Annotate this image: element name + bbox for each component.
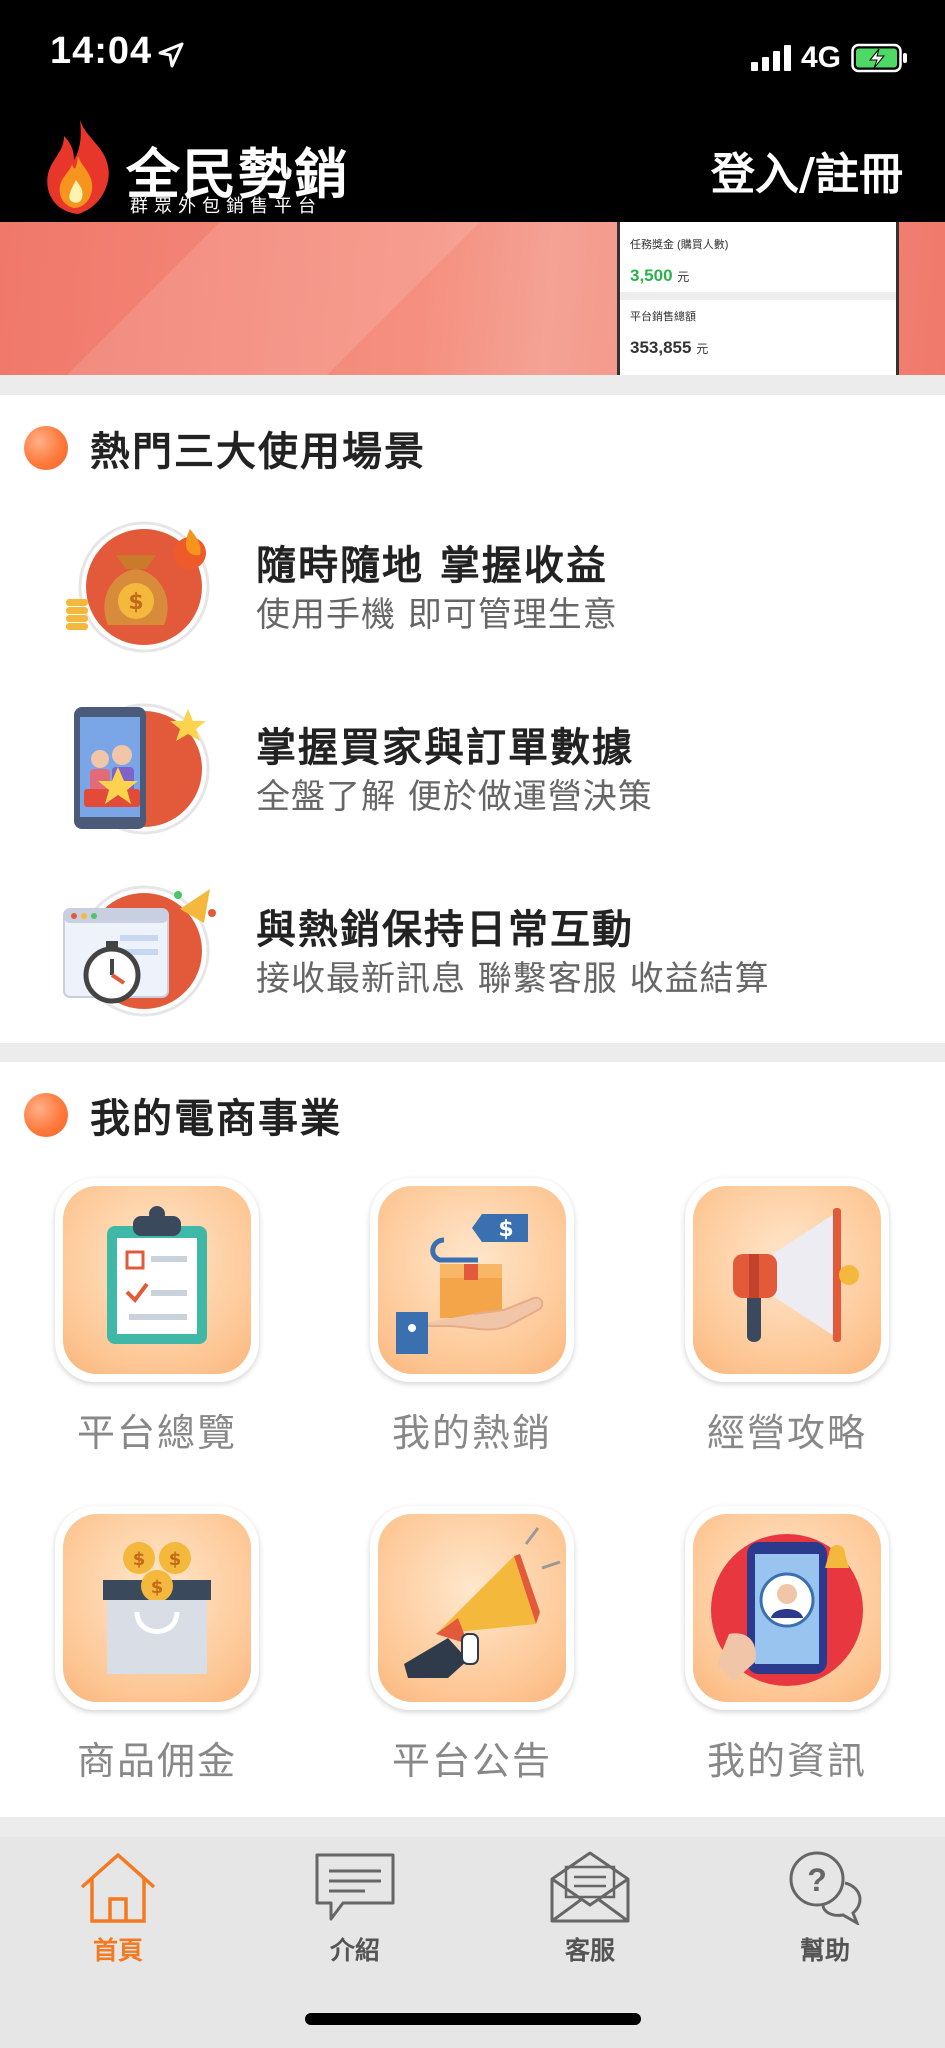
- section-dot-icon: [24, 426, 68, 470]
- svg-text:$: $: [128, 590, 143, 615]
- scene-description: 使用手機 即可管理生意: [256, 595, 618, 635]
- section-title: 熱門三大使用場景: [90, 429, 426, 475]
- svg-text:$: $: [169, 1549, 182, 1570]
- tile-platform-announcement[interactable]: 平台公告: [367, 1506, 577, 1785]
- tile-business-guide[interactable]: 經營攻略: [682, 1178, 892, 1457]
- scene-title: 與熱銷保持日常互動: [256, 907, 634, 953]
- svg-text:$: $: [133, 1549, 146, 1570]
- tile-platform-overview[interactable]: 平台總覽: [52, 1178, 262, 1457]
- tile-my-info[interactable]: 我的資訊: [682, 1506, 892, 1785]
- hand-package-icon: $: [396, 1214, 544, 1354]
- my-business-section: 我的電商事業 平台總覽 $ 我的熱銷 經營攻略 $ $ $ 商品佣金 平台公告 …: [0, 1062, 945, 1817]
- platform-sales-value: 353,855 元: [630, 338, 709, 357]
- flame-logo-icon: [47, 120, 109, 214]
- scene-item: $ 隨時隨地 掌握收益 使用手機 即可管理生意: [60, 515, 920, 655]
- tile-label: 商品佣金: [76, 1739, 237, 1783]
- tile-label: 我的熱銷: [391, 1411, 552, 1455]
- home-icon: [80, 1853, 156, 1923]
- tab-home[interactable]: 首頁: [58, 1849, 178, 1967]
- scene-item: 掌握買家與訂單數據 全盤了解 便於做運營決策: [60, 697, 920, 837]
- coin-bag-icon: $ $ $: [103, 1542, 211, 1674]
- scene-description: 全盤了解 便於做運營決策: [256, 777, 653, 817]
- profile-phone-icon: [711, 1534, 863, 1686]
- brand-subtitle: 群眾外包銷售平台: [130, 196, 322, 217]
- help-icon: ?: [789, 1851, 862, 1927]
- task-bonus-label: 任務獎金 (購買人數): [630, 239, 729, 251]
- status-time: 14:04: [50, 30, 153, 72]
- svg-text:$: $: [498, 1217, 513, 1242]
- tab-help[interactable]: ? 幫助: [765, 1849, 885, 1967]
- tile-label: 平台公告: [391, 1739, 552, 1783]
- status-bar: 14:04 4G: [0, 0, 945, 112]
- banner-stats-card: 任務獎金 (購買人數) 3,500 元 平台銷售總額 353,855 元: [617, 222, 899, 375]
- clipboard-icon: [107, 1206, 207, 1344]
- tile-my-hot-sales[interactable]: $ 我的熱銷: [367, 1178, 577, 1457]
- location-arrow-icon: [158, 42, 184, 68]
- task-bonus-value: 3,500 元: [630, 266, 690, 285]
- section-header: 熱門三大使用場景: [24, 419, 426, 477]
- phone-users-icon: [74, 703, 210, 835]
- app-header: 全民勢銷 群眾外包銷售平台 登入/註冊: [0, 112, 945, 222]
- tab-label: 幫助: [799, 1936, 850, 1965]
- login-register-link[interactable]: 登入/註冊: [711, 138, 903, 202]
- section-header: 我的電商事業: [24, 1086, 342, 1144]
- svg-text:?: ?: [807, 1862, 827, 1898]
- network-type: 4G: [800, 41, 841, 74]
- status-indicators: 4G: [750, 40, 909, 76]
- stopwatch-icon: [63, 885, 216, 1017]
- tile-product-commission[interactable]: $ $ $ 商品佣金: [52, 1506, 262, 1785]
- scene-title: 隨時隨地 掌握收益: [256, 543, 608, 589]
- tab-customer-service[interactable]: 客服: [530, 1849, 650, 1967]
- announcement-icon: [404, 1527, 561, 1678]
- tile-label: 平台總覽: [76, 1411, 237, 1455]
- mail-icon: [550, 1851, 630, 1923]
- tile-label: 我的資訊: [706, 1739, 867, 1783]
- tab-intro[interactable]: 介紹: [295, 1849, 415, 1967]
- signal-icon: [750, 45, 791, 71]
- scene-item: 與熱銷保持日常互動 接收最新訊息 聯繫客服 收益結算: [60, 879, 920, 1019]
- chat-icon: [315, 1853, 395, 1921]
- platform-sales-label: 平台銷售總額: [630, 311, 696, 323]
- scene-title: 掌握買家與訂單數據: [256, 725, 634, 771]
- tab-label: 介紹: [329, 1936, 380, 1965]
- section-dot-icon: [24, 1093, 68, 1137]
- home-indicator[interactable]: [305, 2013, 641, 2025]
- usage-scenes-section: 熱門三大使用場景 $ 隨時隨地 掌握收益 使用手機 即可管理生意 掌握買家與訂單…: [0, 395, 945, 1043]
- banner-decoration: [0, 222, 540, 375]
- tab-label: 客服: [564, 1936, 615, 1965]
- battery-charging-icon: [851, 43, 907, 73]
- tile-label: 經營攻略: [706, 1411, 867, 1455]
- tab-label: 首頁: [92, 1936, 143, 1965]
- money-bag-icon: $: [66, 521, 210, 653]
- promo-banner[interactable]: 任務獎金 (購買人數) 3,500 元 平台銷售總額 353,855 元: [0, 222, 945, 375]
- section-title: 我的電商事業: [90, 1096, 342, 1142]
- scene-description: 接收最新訊息 聯繫客服 收益結算: [256, 959, 770, 999]
- megaphone-icon: [733, 1208, 859, 1342]
- svg-text:$: $: [151, 1577, 164, 1598]
